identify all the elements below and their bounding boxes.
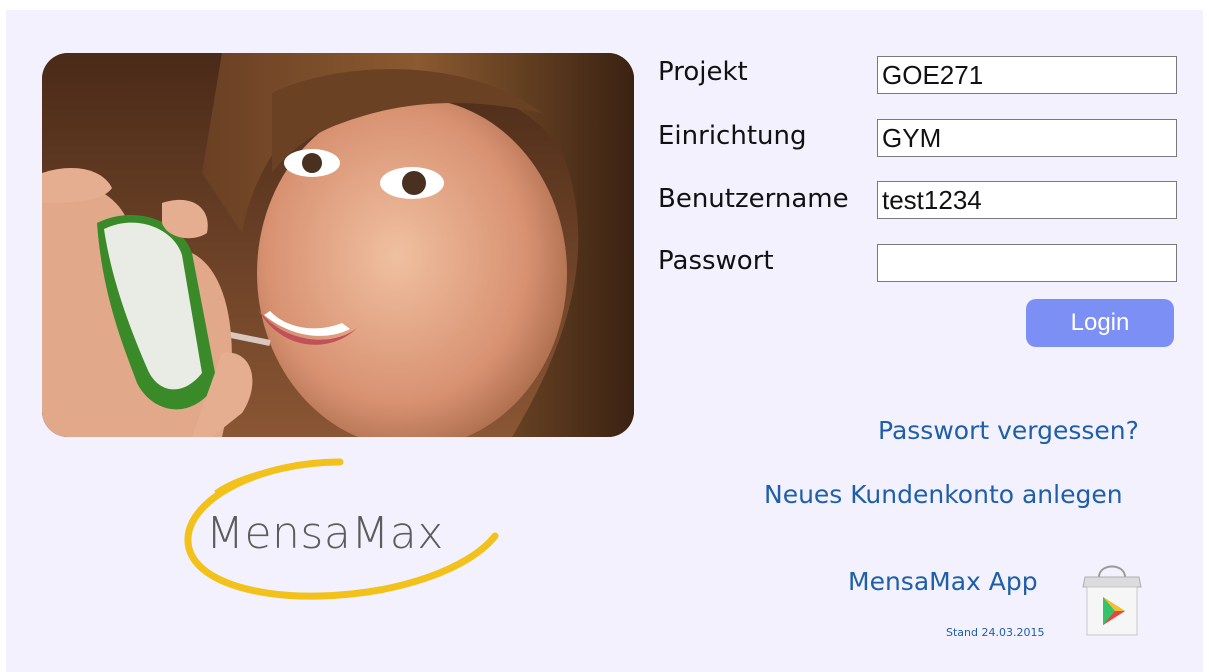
google-play-store-icon[interactable] — [1081, 557, 1143, 637]
hero-photo — [42, 53, 634, 437]
logo-text: MensaMax — [206, 508, 444, 559]
projekt-label: Projekt — [658, 57, 748, 87]
mensamax-logo: MensaMax — [160, 448, 520, 608]
stand-date: Stand 24.03.2015 — [946, 626, 1045, 639]
passwort-input[interactable] — [877, 244, 1177, 282]
forgot-password-link[interactable]: Passwort vergessen? — [878, 416, 1139, 445]
mensamax-app-link[interactable]: MensaMax App — [848, 567, 1038, 596]
einrichtung-label: Einrichtung — [658, 121, 807, 151]
login-button[interactable]: Login — [1026, 299, 1174, 347]
einrichtung-input[interactable] — [877, 119, 1177, 157]
projekt-input[interactable] — [877, 56, 1177, 94]
passwort-label: Passwort — [658, 246, 774, 276]
benutzername-input[interactable] — [877, 181, 1177, 219]
new-account-link[interactable]: Neues Kundenkonto anlegen — [764, 480, 1123, 509]
benutzername-label: Benutzername — [658, 184, 849, 214]
